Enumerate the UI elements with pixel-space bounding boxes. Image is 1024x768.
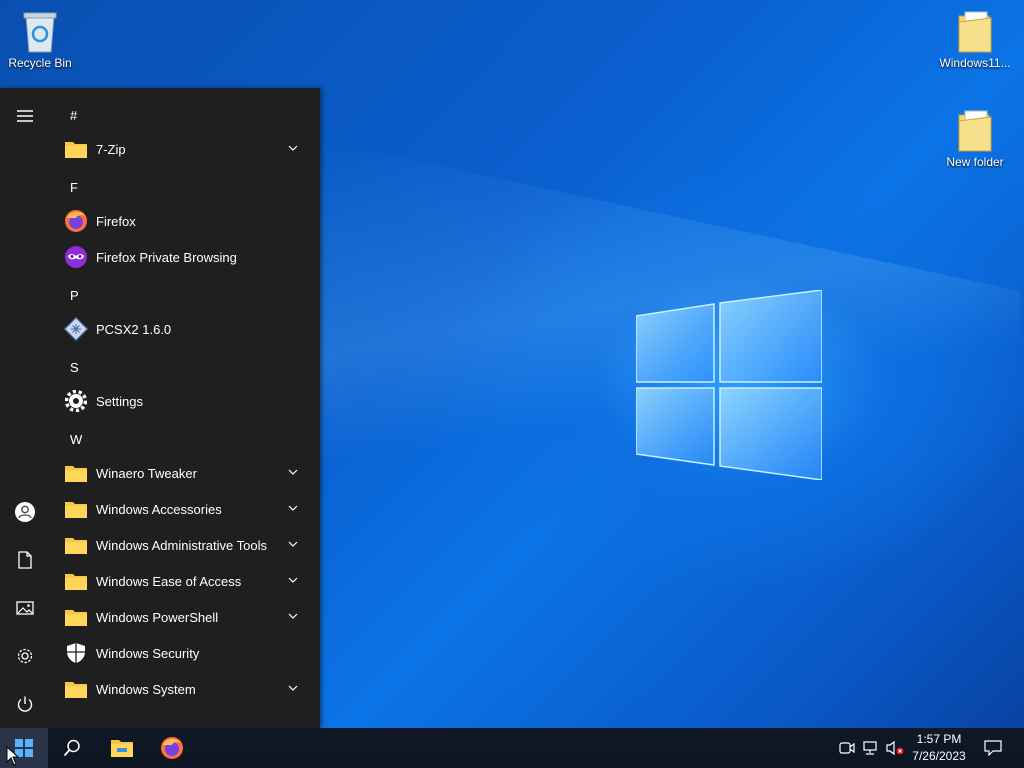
notification-icon (984, 740, 1002, 756)
network-button[interactable] (860, 728, 882, 768)
volume-button[interactable] (884, 728, 906, 768)
mouse-cursor-icon (6, 746, 20, 766)
app-item-winaero-tweaker[interactable]: Winaero Tweaker (50, 455, 312, 491)
shield-icon (62, 639, 90, 667)
app-item-pcsx2[interactable]: PCSX2 1.6.0 (50, 311, 312, 347)
clock-time: 1:57 PM (916, 732, 962, 746)
app-item-firefox-private[interactable]: Firefox Private Browsing (50, 239, 312, 275)
start-menu-rail (0, 88, 50, 728)
folder-icon (62, 495, 90, 523)
search-icon (63, 739, 80, 757)
app-item-windows-security[interactable]: Windows Security (50, 635, 312, 671)
power-icon[interactable] (9, 688, 41, 720)
desktop-icon-recycle-bin[interactable]: Recycle Bin (0, 10, 80, 70)
chevron-down-icon[interactable] (288, 611, 298, 621)
hamburger-icon[interactable] (9, 100, 41, 132)
desktop-icon-label: Recycle Bin (8, 56, 72, 70)
folder-icon (62, 135, 90, 163)
desktop-icon-label: New folder (946, 155, 1004, 169)
firefox-taskbar-button[interactable] (148, 728, 196, 768)
firefox-icon (62, 207, 90, 235)
firefox-icon (161, 737, 183, 759)
settings-icon[interactable] (9, 640, 41, 672)
chevron-down-icon[interactable] (288, 503, 298, 513)
pictures-icon[interactable] (9, 592, 41, 624)
network-icon (863, 741, 877, 755)
folder-icon (62, 675, 90, 703)
app-item-windows-ease-of-access[interactable]: Windows Ease of Access (50, 563, 312, 599)
app-item-label: Windows System (96, 681, 196, 697)
app-item-label: Firefox (96, 213, 136, 229)
folder-icon (955, 10, 995, 54)
app-item-windows-system[interactable]: Windows System (50, 671, 312, 707)
app-list: # 7-Zip F Firefox Firefox Private Browsi… (50, 88, 320, 728)
firefox-private-icon (62, 243, 90, 271)
app-item-windows-administrative-tools[interactable]: Windows Administrative Tools (50, 527, 312, 563)
group-header-f[interactable]: F (70, 180, 78, 195)
clock[interactable]: 1:57 PM 7/26/2023 (906, 731, 972, 765)
meet-now-icon (839, 742, 855, 754)
folder-icon (62, 459, 90, 487)
document-icon[interactable] (9, 544, 41, 576)
desktop-icon-windows11-folder[interactable]: Windows11... (935, 10, 1015, 70)
desktop-icon-label: Windows11... (939, 56, 1011, 70)
app-item-windows-accessories[interactable]: Windows Accessories (50, 491, 312, 527)
chevron-down-icon[interactable] (288, 539, 298, 549)
folder-icon (955, 109, 995, 153)
desktop-icon-new-folder[interactable]: New folder (935, 109, 1015, 169)
chevron-down-icon[interactable] (288, 683, 298, 693)
file-explorer-button[interactable] (98, 728, 146, 768)
chevron-down-icon[interactable] (288, 143, 298, 153)
user-icon[interactable] (9, 496, 41, 528)
app-item-label: Windows PowerShell (96, 609, 219, 625)
app-item-7zip[interactable]: 7-Zip (50, 131, 312, 167)
chevron-down-icon[interactable] (288, 467, 298, 477)
group-header-hash[interactable]: # (70, 108, 77, 123)
app-item-label: PCSX2 1.6.0 (96, 321, 172, 337)
pcsx2-icon (62, 315, 90, 343)
start-menu: # 7-Zip F Firefox Firefox Private Browsi… (0, 88, 320, 728)
app-item-settings[interactable]: Settings (50, 383, 312, 419)
app-item-label: 7-Zip (96, 141, 126, 157)
meet-now-button[interactable] (836, 728, 858, 768)
app-item-label: Settings (96, 393, 143, 409)
gear-icon (62, 387, 90, 415)
group-header-w[interactable]: W (70, 432, 82, 447)
app-item-label: Windows Security (96, 645, 200, 661)
app-item-label: Winaero Tweaker (96, 465, 197, 481)
volume-muted-icon (886, 740, 904, 756)
chevron-down-icon[interactable] (288, 575, 298, 585)
windows-logo-wallpaper (636, 290, 822, 480)
app-item-label: Windows Administrative Tools (96, 537, 267, 553)
search-button[interactable] (48, 728, 96, 768)
recycle-bin-icon (20, 10, 60, 54)
app-item-label: Windows Ease of Access (96, 573, 242, 589)
app-item-windows-powershell[interactable]: Windows PowerShell (50, 599, 312, 635)
group-header-s[interactable]: S (70, 360, 79, 375)
group-header-p[interactable]: P (70, 288, 79, 303)
app-item-label: Windows Accessories (96, 501, 222, 517)
action-center-button[interactable] (978, 728, 1008, 768)
app-item-label: Firefox Private Browsing (96, 249, 237, 265)
folder-icon (62, 567, 90, 595)
app-item-firefox[interactable]: Firefox (50, 203, 312, 239)
file-explorer-icon (111, 740, 133, 757)
clock-date: 7/26/2023 (912, 749, 966, 763)
folder-icon (62, 603, 90, 631)
taskbar: 1:57 PM 7/26/2023 (0, 728, 1024, 768)
folder-icon (62, 531, 90, 559)
